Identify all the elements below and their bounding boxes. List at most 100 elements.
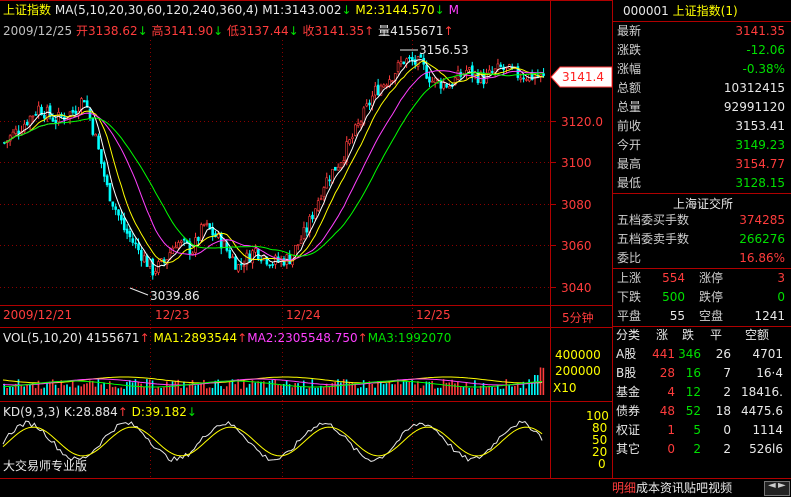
volume-bar [248, 383, 251, 395]
candle-body [83, 100, 86, 103]
quote-label: 总额 [617, 81, 642, 95]
category-down: 2 [693, 442, 701, 456]
candle-body [177, 242, 180, 249]
candle-body [14, 128, 18, 134]
candle-body [339, 162, 343, 168]
breadth-value: 0 [777, 290, 785, 304]
volume-bar [120, 387, 122, 395]
kd-k: K:28.884 [63, 405, 118, 419]
breadth-row: 上涨 554 涨停 3 [613, 269, 785, 288]
quote-label: 涨幅 [617, 62, 642, 76]
period-label[interactable]: 5分钟 [562, 310, 594, 326]
candle-body [142, 255, 146, 263]
volume-bar [183, 381, 185, 395]
volume-bar [185, 387, 188, 395]
bottom-tabs: 明细成本资讯贴吧视频 [612, 480, 732, 496]
price-axis-label: 3060 [561, 239, 592, 253]
volume-ma1-arrow: ↑ [237, 331, 248, 345]
order-row: 五档委买手数 374285 [613, 211, 785, 230]
candle-body [356, 123, 360, 127]
candle-body [114, 206, 117, 210]
breadth-value: 1241 [754, 309, 785, 323]
candle-body [413, 59, 417, 65]
tab-news[interactable]: 资讯 [660, 481, 684, 495]
volume-bar [106, 388, 108, 395]
quote-value: 10312415 [723, 81, 785, 95]
quote-row: 最低 3128.15 [613, 174, 785, 193]
candle-body [174, 246, 177, 249]
quote-value: 3153.41 [735, 119, 785, 133]
stock-code: 000001 [623, 4, 669, 18]
volume-bar [280, 385, 282, 395]
volume-bar [462, 386, 465, 395]
volume-bar [208, 387, 211, 395]
breadth-row: 平盘 55 空盘 1241 [613, 307, 785, 326]
candle-body [234, 256, 237, 270]
category-empty: 1114 [752, 423, 783, 437]
volume-bar [474, 380, 476, 395]
candle-body [311, 214, 314, 220]
candle-body [542, 73, 545, 76]
category-flat: 2 [723, 442, 731, 456]
candle-body [519, 77, 523, 80]
volume-bar [20, 384, 23, 395]
volume-bar [328, 386, 331, 395]
quote-value: 3128.15 [735, 176, 785, 190]
tab-detail[interactable]: 明细 [612, 481, 636, 495]
candle-body [322, 187, 326, 198]
volume-bar [434, 388, 436, 395]
panel-scroll-control[interactable]: ◄ ► [764, 480, 790, 496]
category-up: 28 [659, 366, 675, 380]
quote-label: 总量 [617, 100, 642, 114]
kd-d-arrow: ↓ [186, 405, 197, 419]
order-label: 委比 [617, 251, 642, 265]
watermark: 大交易师专业版 [3, 459, 88, 473]
volume-bar [491, 387, 493, 395]
category-row: 其它 0 2 2 526l6 [613, 440, 783, 459]
volume-bar [476, 388, 479, 395]
chart-area[interactable]: 上证指数 MA(5,10,20,30,60,120,240,360,4) M1:… [0, 0, 612, 478]
category-empty: 16·4 [756, 366, 783, 380]
candle-body [251, 250, 254, 264]
volume-bar [69, 386, 71, 395]
min-price-label: 3039.86 [150, 289, 200, 303]
quote-value: 3141.35 [735, 24, 785, 38]
volume-bar [211, 387, 214, 395]
quote-panel: 000001 上证指数(1) 最新 3141.35 涨跌 -12.06 涨幅 -0.38%… [612, 0, 791, 478]
category-row: 债券 48 52 18 4475.6 [613, 402, 783, 421]
candle-body [34, 114, 38, 116]
category-flat: 2 [723, 385, 731, 399]
volume-bar [511, 386, 513, 395]
volume-bar [29, 383, 31, 395]
kd-k-arrow: ↑ [117, 405, 128, 419]
volume-bar [397, 379, 399, 395]
tab-cost[interactable]: 成本 [636, 481, 660, 495]
volume-bar [160, 387, 162, 395]
volume-bar [305, 388, 308, 395]
volume-bar [194, 385, 197, 395]
candle-body [111, 201, 115, 207]
volume-bar [531, 383, 533, 395]
candle-body [108, 182, 112, 202]
volume-bar [300, 386, 302, 395]
order-row: 委比 16.86% [613, 249, 785, 268]
volume-bar [260, 381, 262, 395]
category-up: 0 [667, 442, 675, 456]
panel-title: 000001 上证指数(1) [623, 3, 738, 19]
volume-bar [391, 384, 393, 395]
tab-video[interactable]: 视频 [708, 481, 732, 495]
candle-body [11, 131, 15, 138]
candle-body [242, 265, 246, 267]
volume-bar [399, 384, 402, 395]
kd-header: KD(9,3,3) K:28.884↑ D:39.182↓ [3, 404, 197, 420]
volume-bar [251, 380, 254, 395]
quote-row: 总额 10312415 [613, 79, 785, 98]
volume-value: 4155671 [86, 331, 140, 345]
breadth-row: 下跌 500 跌停 0 [613, 288, 785, 307]
volume-axis-label: 200000 [555, 364, 601, 378]
candle-body [271, 264, 274, 266]
last-price-tag: 3141.4 [562, 70, 604, 84]
quote-label: 前收 [617, 119, 642, 133]
tab-forum[interactable]: 贴吧 [684, 481, 708, 495]
quote-value: -12.06 [746, 43, 785, 57]
